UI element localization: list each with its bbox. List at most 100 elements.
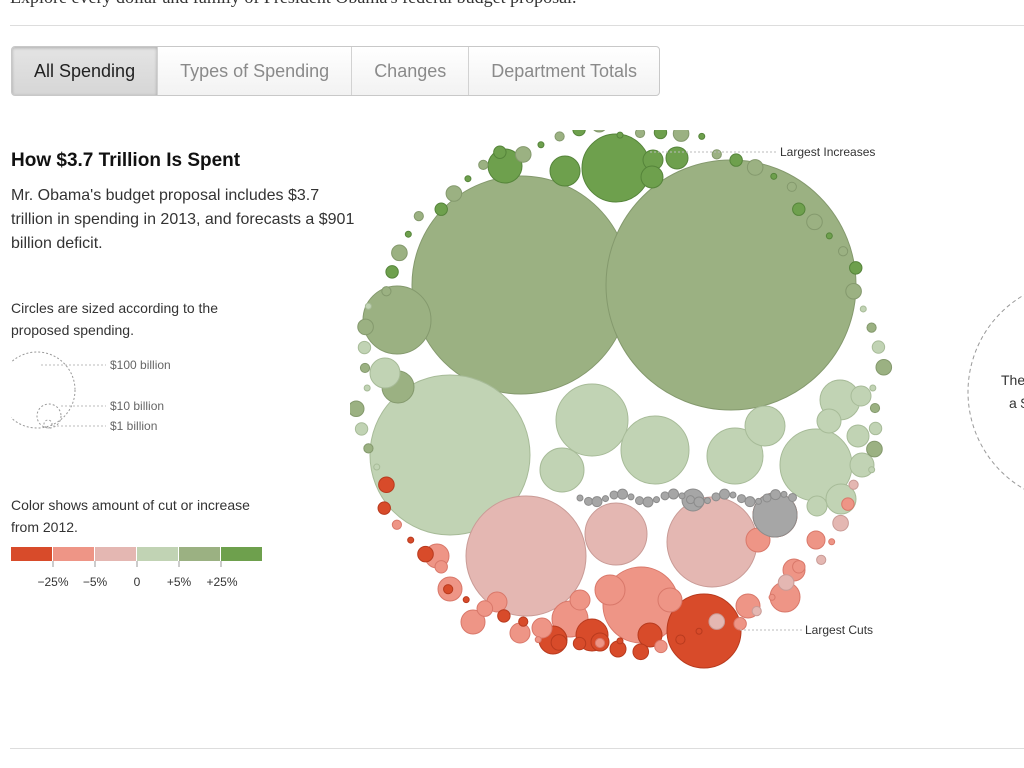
spending-bubble[interactable]: [751, 606, 762, 617]
spending-bubble[interactable]: [378, 476, 395, 494]
spending-bubble[interactable]: [832, 514, 849, 532]
spending-bubble[interactable]: [594, 637, 606, 649]
spending-bubble[interactable]: [654, 639, 668, 654]
spending-bubble[interactable]: [357, 340, 372, 355]
spending-bubble[interactable]: [413, 211, 424, 222]
spending-bubble[interactable]: [845, 282, 862, 300]
spending-bubble[interactable]: [841, 497, 855, 511]
spending-bubble[interactable]: [806, 495, 828, 517]
spending-bubble[interactable]: [569, 589, 591, 611]
spending-bubble[interactable]: [866, 322, 877, 333]
spending-bubble[interactable]: [640, 165, 664, 189]
spending-bubble[interactable]: [617, 488, 628, 500]
spending-bubble[interactable]: [672, 130, 690, 142]
spending-bubble[interactable]: [584, 496, 593, 506]
spending-bubble[interactable]: [385, 265, 399, 279]
spending-bubble[interactable]: [404, 230, 412, 238]
spending-bubble[interactable]: [514, 146, 532, 163]
spending-bubble[interactable]: [537, 141, 545, 149]
spending-bubble[interactable]: [711, 149, 722, 160]
spending-bubble[interactable]: [828, 538, 836, 546]
spending-bubble[interactable]: [584, 502, 648, 566]
spending-bubble[interactable]: [744, 405, 786, 447]
spending-bubble[interactable]: [434, 202, 448, 216]
spending-bubble[interactable]: [555, 383, 629, 457]
spending-bubble[interactable]: [848, 479, 859, 490]
tab-changes[interactable]: Changes: [351, 47, 468, 95]
spending-bubble[interactable]: [869, 384, 877, 392]
spending-bubble[interactable]: [744, 496, 756, 508]
spending-bubble[interactable]: [581, 133, 651, 203]
spending-bubble[interactable]: [768, 593, 776, 601]
spending-bubble[interactable]: [381, 286, 392, 297]
spending-bubble[interactable]: [746, 159, 764, 176]
spending-bubble[interactable]: [695, 627, 703, 635]
spending-bubble[interactable]: [859, 305, 867, 313]
spending-bubble[interactable]: [391, 519, 402, 530]
spending-bubble[interactable]: [476, 600, 494, 617]
spending-bubble[interactable]: [708, 613, 726, 630]
spending-bubble[interactable]: [509, 622, 531, 644]
spending-bubble[interactable]: [497, 609, 511, 623]
spending-bubble[interactable]: [407, 536, 415, 544]
spending-bubble[interactable]: [846, 424, 870, 448]
spending-bubble[interactable]: [377, 501, 391, 515]
spending-bubble[interactable]: [788, 492, 797, 502]
spending-bubble[interactable]: [462, 596, 470, 604]
spending-bubble[interactable]: [665, 146, 689, 170]
spending-bubble[interactable]: [657, 587, 683, 613]
spending-bubble[interactable]: [627, 493, 635, 501]
spending-bubble[interactable]: [478, 159, 489, 170]
spending-bubble[interactable]: [792, 560, 806, 574]
spending-bubble[interactable]: [666, 496, 758, 588]
spending-bubble[interactable]: [635, 496, 644, 506]
spending-bubble[interactable]: [391, 244, 408, 262]
spending-bubble[interactable]: [869, 402, 881, 414]
tab-department-totals[interactable]: Department Totals: [468, 47, 659, 95]
spending-bubble[interactable]: [866, 440, 883, 458]
spending-bubble[interactable]: [719, 488, 730, 500]
spending-bubble[interactable]: [868, 421, 883, 436]
spending-bubble[interactable]: [868, 466, 876, 474]
spending-bubble[interactable]: [704, 497, 711, 505]
spending-bubble[interactable]: [549, 155, 581, 187]
spending-bubble[interactable]: [534, 636, 542, 644]
spending-bubble[interactable]: [594, 574, 626, 606]
spending-bubble[interactable]: [605, 159, 857, 411]
spending-bubble[interactable]: [373, 463, 381, 471]
spending-bubble[interactable]: [443, 584, 454, 595]
spending-bubble[interactable]: [675, 634, 686, 645]
spending-bubble[interactable]: [849, 261, 863, 275]
spending-bubble[interactable]: [539, 447, 585, 493]
spending-bubble[interactable]: [493, 145, 507, 159]
spending-bubble[interactable]: [363, 384, 371, 392]
spending-bubble[interactable]: [693, 496, 705, 508]
spending-bubble[interactable]: [816, 408, 842, 434]
spending-bubble[interactable]: [602, 495, 609, 503]
spending-bubble[interactable]: [849, 452, 875, 478]
spending-bubble[interactable]: [576, 494, 584, 502]
spending-bubble[interactable]: [698, 132, 706, 140]
spending-bubble[interactable]: [609, 490, 619, 500]
spending-bubble[interactable]: [678, 492, 686, 500]
spending-bubble[interactable]: [850, 385, 872, 407]
spending-bubble[interactable]: [572, 636, 587, 651]
spending-bubble[interactable]: [729, 491, 737, 499]
spending-bubble[interactable]: [632, 643, 650, 661]
spending-bubble[interactable]: [354, 422, 369, 436]
spending-bubble[interactable]: [591, 496, 603, 508]
spending-bubble[interactable]: [518, 616, 529, 627]
spending-bubble[interactable]: [550, 634, 568, 651]
spending-bubble[interactable]: [634, 130, 646, 139]
spending-bubble[interactable]: [729, 153, 743, 167]
spending-bubble[interactable]: [816, 554, 827, 565]
spending-bubble[interactable]: [465, 495, 587, 617]
spending-bubble[interactable]: [369, 357, 401, 389]
spending-bubble[interactable]: [792, 202, 806, 216]
spending-bubble[interactable]: [445, 185, 463, 202]
spending-bubble[interactable]: [875, 358, 893, 376]
spending-bubble[interactable]: [668, 488, 679, 500]
spending-bubble[interactable]: [359, 362, 371, 374]
spending-bubble[interactable]: [350, 400, 365, 418]
spending-bubble[interactable]: [755, 497, 762, 505]
